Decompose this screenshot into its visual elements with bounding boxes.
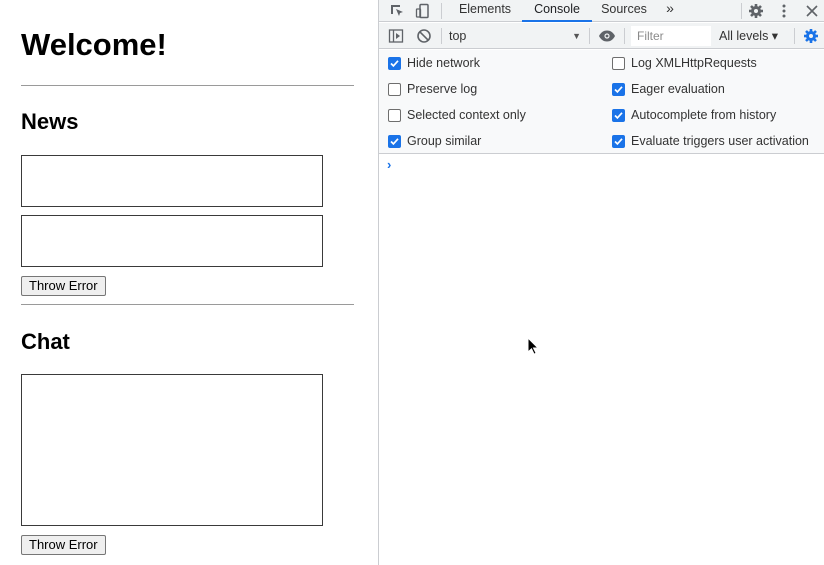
chevron-down-icon: ▼ [572,31,581,41]
setting-label: Autocomplete from history [631,108,777,122]
checkbox[interactable] [612,108,625,122]
news-box-1 [21,155,323,207]
setting-hide-network[interactable]: Hide network [388,55,480,71]
divider [21,85,354,86]
chat-throw-error-button[interactable]: Throw Error [21,535,106,555]
tab-console[interactable]: Console [522,0,592,22]
setting-label: Selected context only [407,108,526,122]
divider [21,304,354,305]
separator [624,28,625,44]
context-selector[interactable]: top ▼ [449,26,583,46]
setting-label: Log XMLHttpRequests [631,56,757,70]
tab-elements[interactable]: Elements [451,0,519,22]
console-toolbar: top ▼ All levels ▾ [379,23,824,49]
checkbox[interactable] [388,134,401,148]
close-icon[interactable] [802,1,822,21]
device-toolbar-icon[interactable] [413,1,433,21]
console-settings-pane: Hide network Log XMLHttpRequests Preserv… [379,50,824,154]
tab-sources[interactable]: Sources [595,0,653,22]
checkbox[interactable] [388,56,401,70]
context-value: top [449,29,467,43]
devtools-panel: Elements Console Sources » top ▼ Filter … [378,0,824,565]
clear-console-icon[interactable] [414,26,434,46]
setting-label: Preserve log [407,82,478,96]
setting-preserve-log[interactable]: Preserve log [388,81,477,97]
setting-group-similar[interactable]: Group similar [388,133,481,149]
separator [441,28,442,44]
checkbox[interactable] [612,82,625,96]
filter-input[interactable] [631,26,711,46]
sidebar-toggle-icon[interactable] [386,26,406,46]
console-output[interactable]: › [379,155,824,565]
setting-label: Group similar [407,134,482,148]
news-heading: News [21,109,79,134]
live-expression-eye-icon[interactable] [597,26,617,46]
checkbox[interactable] [388,82,401,96]
setting-label: Evaluate triggers user activation [631,134,809,148]
setting-label: Hide network [407,56,480,70]
setting-selected-context-only[interactable]: Selected context only [388,107,526,123]
news-box-2 [21,215,323,267]
mouse-cursor-icon [527,337,539,355]
more-tabs-button[interactable]: » [661,0,679,22]
log-levels-dropdown[interactable]: All levels ▾ [719,26,778,46]
setting-log-xmlhttprequests[interactable]: Log XMLHttpRequests [612,55,757,71]
separator [741,3,742,19]
separator [441,3,442,19]
inspect-element-icon[interactable] [387,1,407,21]
news-throw-error-button[interactable]: Throw Error [21,276,106,296]
settings-gear-icon[interactable] [746,1,766,21]
setting-eager-evaluation[interactable]: Eager evaluation [612,81,725,97]
devtools-tab-bar: Elements Console Sources » [379,0,824,22]
web-page: Welcome! News Throw Error Chat Throw Err… [0,0,378,565]
setting-label: Eager evaluation [631,82,725,96]
checkbox[interactable] [612,56,625,70]
setting-autocomplete-from-history[interactable]: Autocomplete from history [612,107,776,123]
page-title: Welcome! [21,27,167,62]
setting-evaluate-triggers-user-activation[interactable]: Evaluate triggers user activation [612,133,809,149]
separator [589,28,590,44]
separator [794,28,795,44]
console-settings-gear-icon[interactable] [801,26,821,46]
console-prompt: › [387,157,392,172]
chat-box [21,374,323,526]
checkbox[interactable] [388,108,401,122]
checkbox[interactable] [612,134,625,148]
more-options-icon[interactable] [774,1,794,21]
chat-heading: Chat [21,329,70,354]
